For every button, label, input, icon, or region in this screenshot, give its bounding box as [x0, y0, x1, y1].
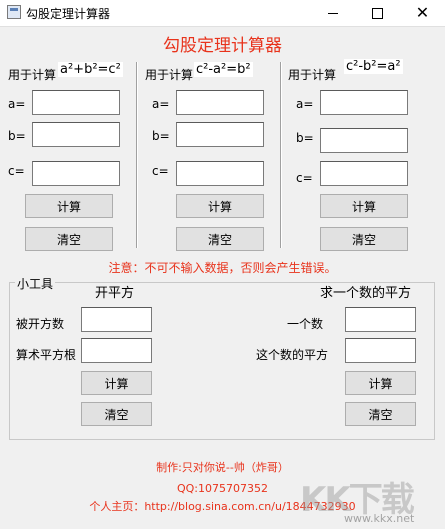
square-root-label: 算术平方根: [16, 348, 77, 362]
panel-3-a-label: a=: [296, 97, 314, 111]
square-clear-button[interactable]: 清空: [345, 402, 416, 426]
panel-2-clear-button[interactable]: 清空: [176, 227, 264, 251]
panel-2-formula: c²-a²=b²: [194, 62, 253, 77]
minimize-icon: [327, 12, 338, 14]
panel-3-b-label: b=: [296, 131, 314, 145]
panel-1-c-label: c=: [8, 164, 25, 178]
panel-1-clear-button[interactable]: 清空: [25, 227, 113, 251]
watermark-url: www.kkx.net: [344, 512, 415, 525]
title-bar[interactable]: 勾股定理计算器 ✕: [0, 0, 445, 27]
maximize-icon: [372, 7, 383, 19]
panel-1-purpose-label: 用于计算: [8, 68, 57, 82]
panel-1-b-label: b=: [8, 129, 26, 143]
number-input[interactable]: [345, 307, 416, 332]
close-icon: ✕: [415, 3, 430, 22]
panel-1-c-input[interactable]: [32, 161, 120, 186]
panel-3-calculate-button[interactable]: 计算: [320, 194, 408, 218]
panel-1-a-input[interactable]: [32, 90, 120, 115]
radicand-input[interactable]: [81, 307, 152, 332]
panel-3-c-input[interactable]: [320, 161, 408, 186]
square-section-title: 求一个数的平方: [320, 286, 412, 301]
panel-1-b-input[interactable]: [32, 122, 120, 147]
app-heading: 勾股定理计算器: [163, 36, 282, 56]
panel-3-purpose-label: 用于计算: [288, 68, 337, 82]
warning-notice: 注意：不可不输入数据，否则会产生错误。: [108, 261, 337, 275]
panel-3-b-input[interactable]: [320, 128, 408, 153]
number-square-output[interactable]: [345, 338, 416, 363]
close-button[interactable]: ✕: [400, 0, 445, 26]
panel-2-b-input[interactable]: [176, 122, 264, 147]
sqrt-section-title: 开平方: [95, 286, 135, 301]
panel-3-a-input[interactable]: [320, 90, 408, 115]
radicand-label: 被开方数: [16, 317, 65, 331]
number-label: 一个数: [287, 317, 324, 331]
panel-3-formula: c²-b²=a²: [344, 59, 403, 74]
square-root-output[interactable]: [81, 338, 152, 363]
panel-3-clear-button[interactable]: 清空: [320, 227, 408, 251]
tools-group-label: 小工具: [15, 275, 56, 292]
panel-2-a-input[interactable]: [176, 90, 264, 115]
panel-2-a-label: a=: [152, 97, 170, 111]
number-square-label: 这个数的平方: [256, 348, 329, 362]
panel-1-a-label: a=: [8, 97, 26, 111]
panel-1-formula: a²+b²=c²: [58, 62, 123, 77]
panel-divider: [136, 62, 138, 248]
panel-2-calculate-button[interactable]: 计算: [176, 194, 264, 218]
sqrt-calculate-button[interactable]: 计算: [81, 371, 152, 395]
minimize-button[interactable]: [310, 0, 355, 26]
maximize-button[interactable]: [355, 0, 400, 26]
panel-divider: [280, 62, 282, 248]
panel-2-purpose-label: 用于计算: [145, 68, 194, 82]
app-icon: [7, 5, 21, 19]
square-calculate-button[interactable]: 计算: [345, 371, 416, 395]
panel-1-calculate-button[interactable]: 计算: [25, 194, 113, 218]
window-title: 勾股定理计算器: [26, 7, 111, 21]
panel-2-b-label: b=: [152, 129, 170, 143]
panel-2-c-input[interactable]: [176, 161, 264, 186]
panel-3-c-label: c=: [296, 171, 313, 185]
panel-2-c-label: c=: [152, 164, 169, 178]
sqrt-clear-button[interactable]: 清空: [81, 402, 152, 426]
